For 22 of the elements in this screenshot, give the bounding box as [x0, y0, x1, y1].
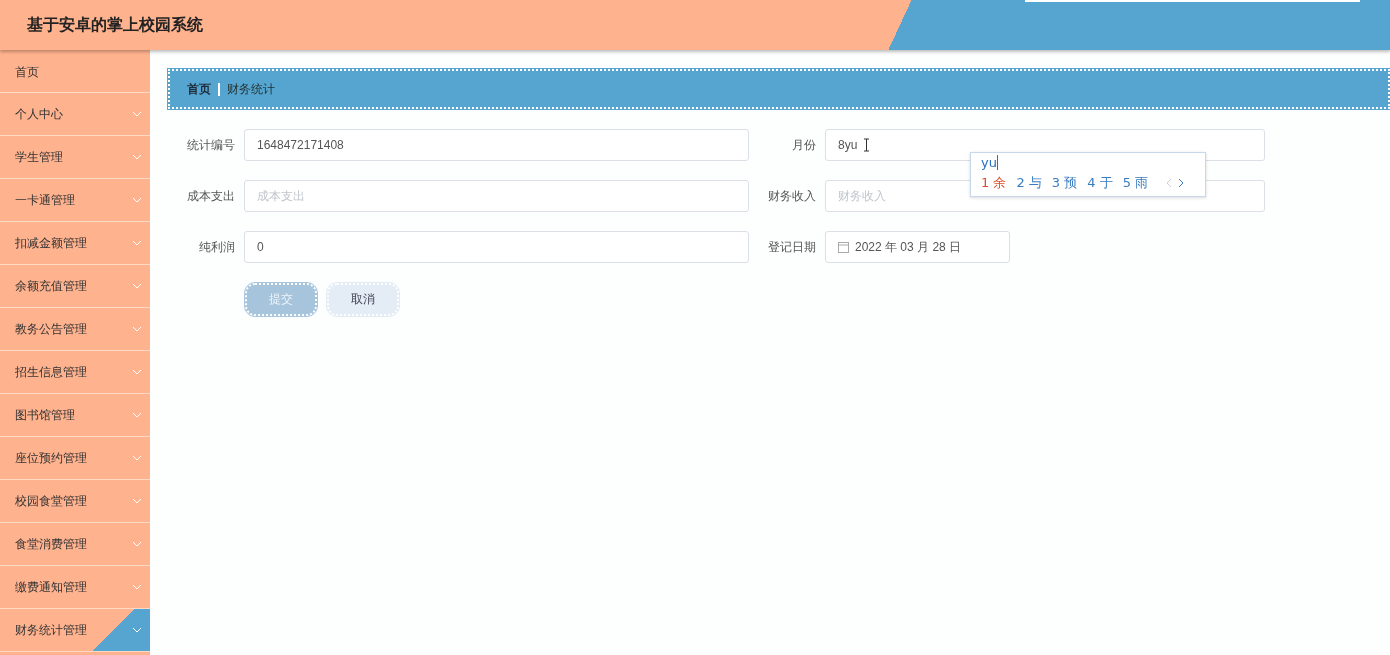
- ime-composition: yu: [981, 155, 998, 170]
- calendar-icon: [838, 241, 849, 253]
- ime-candidate[interactable]: 1 余: [981, 174, 1007, 192]
- field-label: 成本支出: [186, 187, 235, 205]
- ime-candidate[interactable]: 2 与: [1016, 174, 1042, 192]
- ime-candidate[interactable]: 5 雨: [1122, 174, 1149, 192]
- field-label: 月份: [791, 136, 816, 154]
- breadcrumb-link[interactable]: 首页: [187, 80, 211, 98]
- input-field[interactable]: 0: [244, 231, 749, 263]
- sidebar-item[interactable]: 财务统计管理: [0, 609, 150, 652]
- app-title: 基于安卓的掌上校园系统: [27, 14, 203, 35]
- input-field[interactable]: 1648472171408: [244, 129, 749, 161]
- field-label: 统计编号: [186, 136, 235, 154]
- ime-candidate[interactable]: 4 于: [1087, 174, 1113, 192]
- field-label: 登记日期: [767, 238, 816, 256]
- field-label: 财务收入: [767, 187, 816, 205]
- text-cursor-icon: [863, 138, 871, 152]
- cancel-button[interactable]: 取消: [327, 283, 399, 316]
- breadcrumb-current: 财务统计: [227, 80, 275, 98]
- field-label: 纯利润: [198, 238, 235, 256]
- date-field[interactable]: 2022 年 03 月 28 日: [825, 231, 1010, 263]
- ime-candidate[interactable]: 3 预: [1051, 174, 1078, 192]
